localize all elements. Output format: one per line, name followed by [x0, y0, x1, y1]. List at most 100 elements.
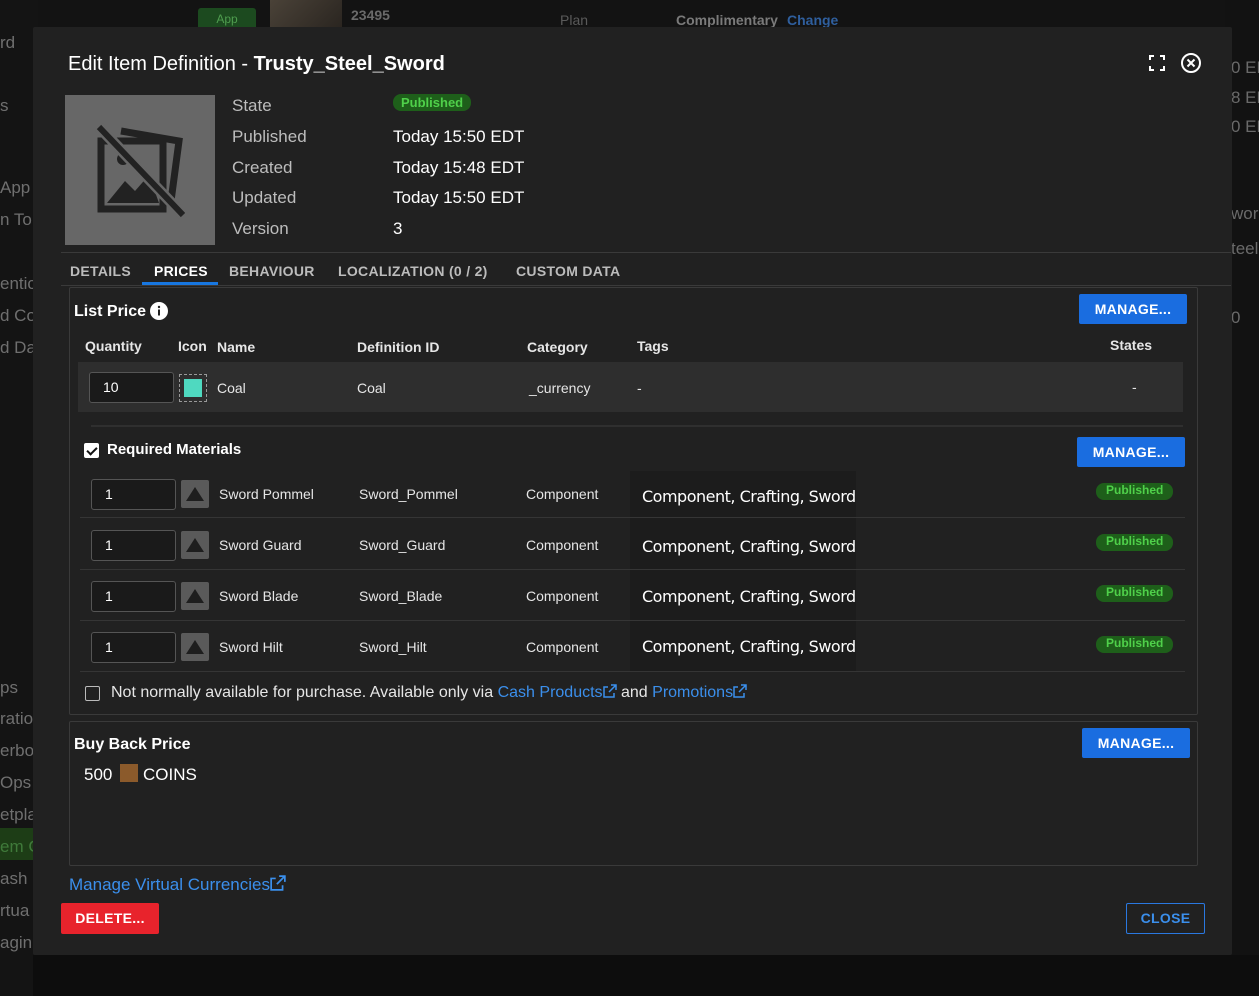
- buy-back-panel: [69, 721, 1198, 866]
- list-price-title: List Price: [74, 303, 147, 320]
- close-button[interactable]: CLOSE: [1126, 903, 1205, 934]
- not-available-checkbox[interactable]: [85, 686, 100, 701]
- background-text: rtua: [0, 901, 30, 920]
- manage-virtual-currencies-link[interactable]: Manage Virtual Currencies: [69, 875, 286, 895]
- material-placeholder-icon: [181, 531, 209, 559]
- availability-label: Not normally available for purchase. Ava…: [111, 684, 494, 701]
- background-text: n To: [0, 210, 32, 229]
- material-quantity-input[interactable]: 1: [91, 530, 176, 561]
- material-definition-id: Sword_Blade: [359, 588, 443, 604]
- buy-back-title: Buy Back Price: [74, 736, 191, 753]
- background-text: entic: [0, 274, 36, 293]
- row-separator: [80, 517, 1185, 518]
- material-state-badge: Published: [1096, 534, 1174, 551]
- background-text: wor: [1231, 204, 1259, 223]
- background-thumbnail: [270, 0, 342, 28]
- dialog-title: Edit Item Definition - Trusty_Steel_Swor…: [68, 53, 445, 76]
- list-price-category: _currency: [529, 380, 591, 396]
- background-plan-value: Complimentary: [676, 12, 778, 28]
- background-number: 23495: [351, 7, 390, 23]
- list-price-tags: -: [637, 380, 642, 396]
- background-text: d Da: [0, 338, 36, 357]
- no-image-icon: [95, 123, 185, 219]
- material-quantity-input[interactable]: 1: [91, 632, 176, 663]
- material-state-badge: Published: [1096, 585, 1174, 602]
- column-header-category: Category: [527, 339, 588, 355]
- material-name: Sword Blade: [219, 588, 299, 604]
- external-link-icon: [602, 684, 617, 698]
- material-quantity-input[interactable]: 1: [91, 479, 176, 510]
- external-link-icon: [270, 875, 286, 891]
- background-text: teel: [1231, 239, 1259, 258]
- required-materials-label: Required Materials: [107, 441, 242, 458]
- divider: [91, 425, 1183, 427]
- material-tags-cell: Component, Crafting, Sword: [630, 471, 856, 521]
- close-icon[interactable]: [1180, 52, 1202, 74]
- material-tags-cell: Component, Crafting, Sword: [630, 521, 856, 571]
- created-label: Created: [232, 158, 293, 177]
- column-header-tags: Tags: [637, 338, 669, 354]
- material-tags: Component, Crafting, Sword: [642, 587, 856, 606]
- material-state-badge: Published: [1096, 483, 1174, 500]
- list-price-states: -: [1132, 379, 1137, 395]
- background-text: 0 ED: [1231, 58, 1259, 77]
- tab-prices[interactable]: PRICES: [154, 263, 208, 279]
- background-change-link: Change: [787, 12, 839, 28]
- tab-behaviour[interactable]: BEHAVIOUR: [229, 263, 315, 279]
- coins-currency-icon: [120, 764, 138, 782]
- background-text: ratio: [0, 709, 34, 728]
- tab-custom-data[interactable]: CUSTOM DATA: [516, 263, 620, 279]
- availability-text: Not normally available for purchase. Ava…: [111, 684, 747, 702]
- item-thumbnail[interactable]: [65, 95, 215, 245]
- required-materials-manage-button[interactable]: MANAGE...: [1077, 437, 1185, 467]
- info-icon[interactable]: [150, 302, 168, 320]
- material-name: Sword Pommel: [219, 486, 314, 502]
- dialog-title-separator: -: [235, 53, 254, 75]
- background-text: ash: [0, 869, 28, 888]
- material-quantity-input[interactable]: 1: [91, 581, 176, 612]
- material-category: Component: [526, 486, 599, 502]
- manage-virtual-currencies-label: Manage Virtual Currencies: [69, 875, 270, 894]
- divider: [61, 285, 1231, 286]
- state-label: State: [232, 96, 272, 115]
- background-footer: [33, 955, 1259, 996]
- tab-details[interactable]: DETAILS: [70, 263, 131, 279]
- cash-products-link[interactable]: Cash Products: [498, 684, 617, 701]
- tab-localization[interactable]: LOCALIZATION (0 / 2): [338, 263, 488, 279]
- list-price-manage-button[interactable]: MANAGE...: [1079, 294, 1187, 324]
- required-materials-checkbox[interactable]: [84, 443, 99, 458]
- material-placeholder-icon: [181, 480, 209, 508]
- column-header-icon: Icon: [178, 338, 207, 354]
- state-badge: Published: [393, 94, 472, 111]
- buy-back-manage-button[interactable]: MANAGE...: [1082, 728, 1190, 758]
- promotions-label: Promotions: [652, 684, 734, 701]
- coal-color-swatch: [184, 379, 202, 397]
- version-label: Version: [232, 219, 289, 238]
- delete-button[interactable]: DELETE...: [61, 903, 159, 934]
- material-tags: Component, Crafting, Sword: [642, 487, 856, 506]
- material-tags-cell: Component, Crafting, Sword: [630, 571, 856, 621]
- background-header: App 23495 Plan Complimentary Change: [38, 0, 1225, 30]
- background-text: s: [0, 96, 9, 115]
- column-header-states: States: [1110, 337, 1153, 353]
- background-text: 8 ED: [1231, 88, 1259, 107]
- and-text: and: [620, 684, 648, 701]
- published-value: Today 15:50 EDT: [393, 127, 525, 146]
- updated-value: Today 15:50 EDT: [393, 188, 525, 207]
- divider: [61, 252, 1231, 253]
- column-header-quantity: Quantity: [85, 338, 142, 354]
- material-placeholder-icon: [181, 633, 209, 661]
- list-price-definition-id: Coal: [357, 380, 386, 396]
- material-state-badge: Published: [1096, 636, 1174, 653]
- background-text: etpla: [0, 805, 37, 824]
- background-text: agin: [0, 933, 33, 952]
- material-category: Component: [526, 588, 599, 604]
- expand-icon[interactable]: [1148, 54, 1166, 72]
- background-text: erbo: [0, 741, 35, 760]
- promotions-link[interactable]: Promotions: [652, 684, 747, 701]
- list-price-quantity-input[interactable]: 10: [89, 372, 174, 403]
- material-name: Sword Hilt: [219, 639, 283, 655]
- background-text: 0 ED: [1231, 117, 1259, 136]
- published-label: Published: [232, 127, 307, 146]
- background-plan-label: Plan: [560, 12, 589, 28]
